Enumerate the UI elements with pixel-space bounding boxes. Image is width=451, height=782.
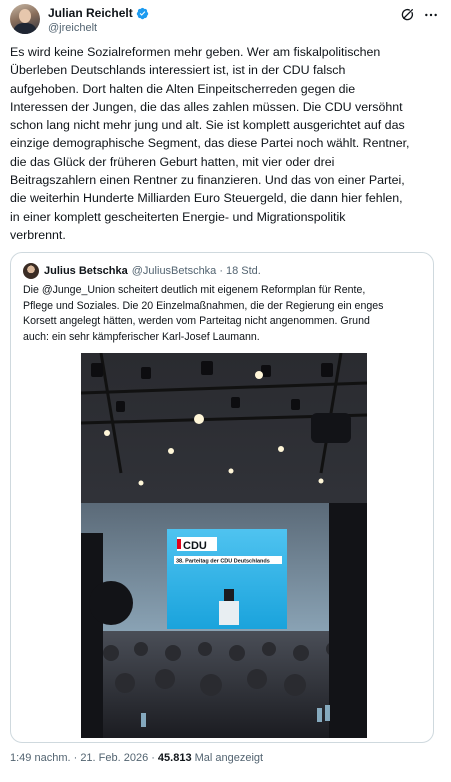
tweet-timestamp[interactable]: 1:49 nachm. · 21. Feb. 2026 · xyxy=(10,752,155,764)
quoted-timestamp[interactable]: 18 Std. xyxy=(226,265,261,277)
quoted-tweet-header: Julius Betschka @JuliusBetschka · 18 Std… xyxy=(23,263,261,279)
avatar-face xyxy=(19,9,31,23)
author-name-row: Julian Reichelt xyxy=(48,6,149,20)
verified-badge-icon xyxy=(136,7,148,19)
party-congress-banner: 38. Parteitag der CDU Deutschlands xyxy=(176,559,270,565)
quoted-author-name[interactable]: Julius Betschka xyxy=(44,265,128,277)
author-avatar[interactable] xyxy=(10,4,40,34)
more-icon[interactable] xyxy=(423,7,439,23)
tweet-text: Es wird keine Sozialreformen mehr geben.… xyxy=(10,45,410,242)
tweet-footer: 1:49 nachm. · 21. Feb. 2026 · 45.813 Mal… xyxy=(10,752,263,764)
avatar-suit xyxy=(13,23,37,34)
grok-icon[interactable] xyxy=(399,7,415,23)
convention-photo-scene: CDU 38. Parteitag der CDU Deutschlands xyxy=(81,353,367,738)
quoted-tweet-text: Die @Junge_Union scheitert deutlich mit … xyxy=(23,284,384,343)
quoted-tweet[interactable]: Julius Betschka @JuliusBetschka · 18 Std… xyxy=(10,252,434,743)
author-handle[interactable]: @jreichelt xyxy=(48,22,97,34)
cdu-logo-text: CDU xyxy=(183,540,207,552)
quoted-separator: · xyxy=(219,265,223,277)
tweet-header: Julian Reichelt @jreichelt xyxy=(10,4,441,40)
views-count: 45.813 xyxy=(157,752,192,764)
views-label: Mal angezeigt xyxy=(194,752,264,764)
quoted-author-avatar[interactable] xyxy=(23,263,39,279)
quoted-photo[interactable]: CDU 38. Parteitag der CDU Deutschlands xyxy=(81,353,367,738)
quoted-author-handle[interactable]: @JuliusBetschka xyxy=(132,265,217,277)
author-display-name[interactable]: Julian Reichelt xyxy=(48,6,133,20)
